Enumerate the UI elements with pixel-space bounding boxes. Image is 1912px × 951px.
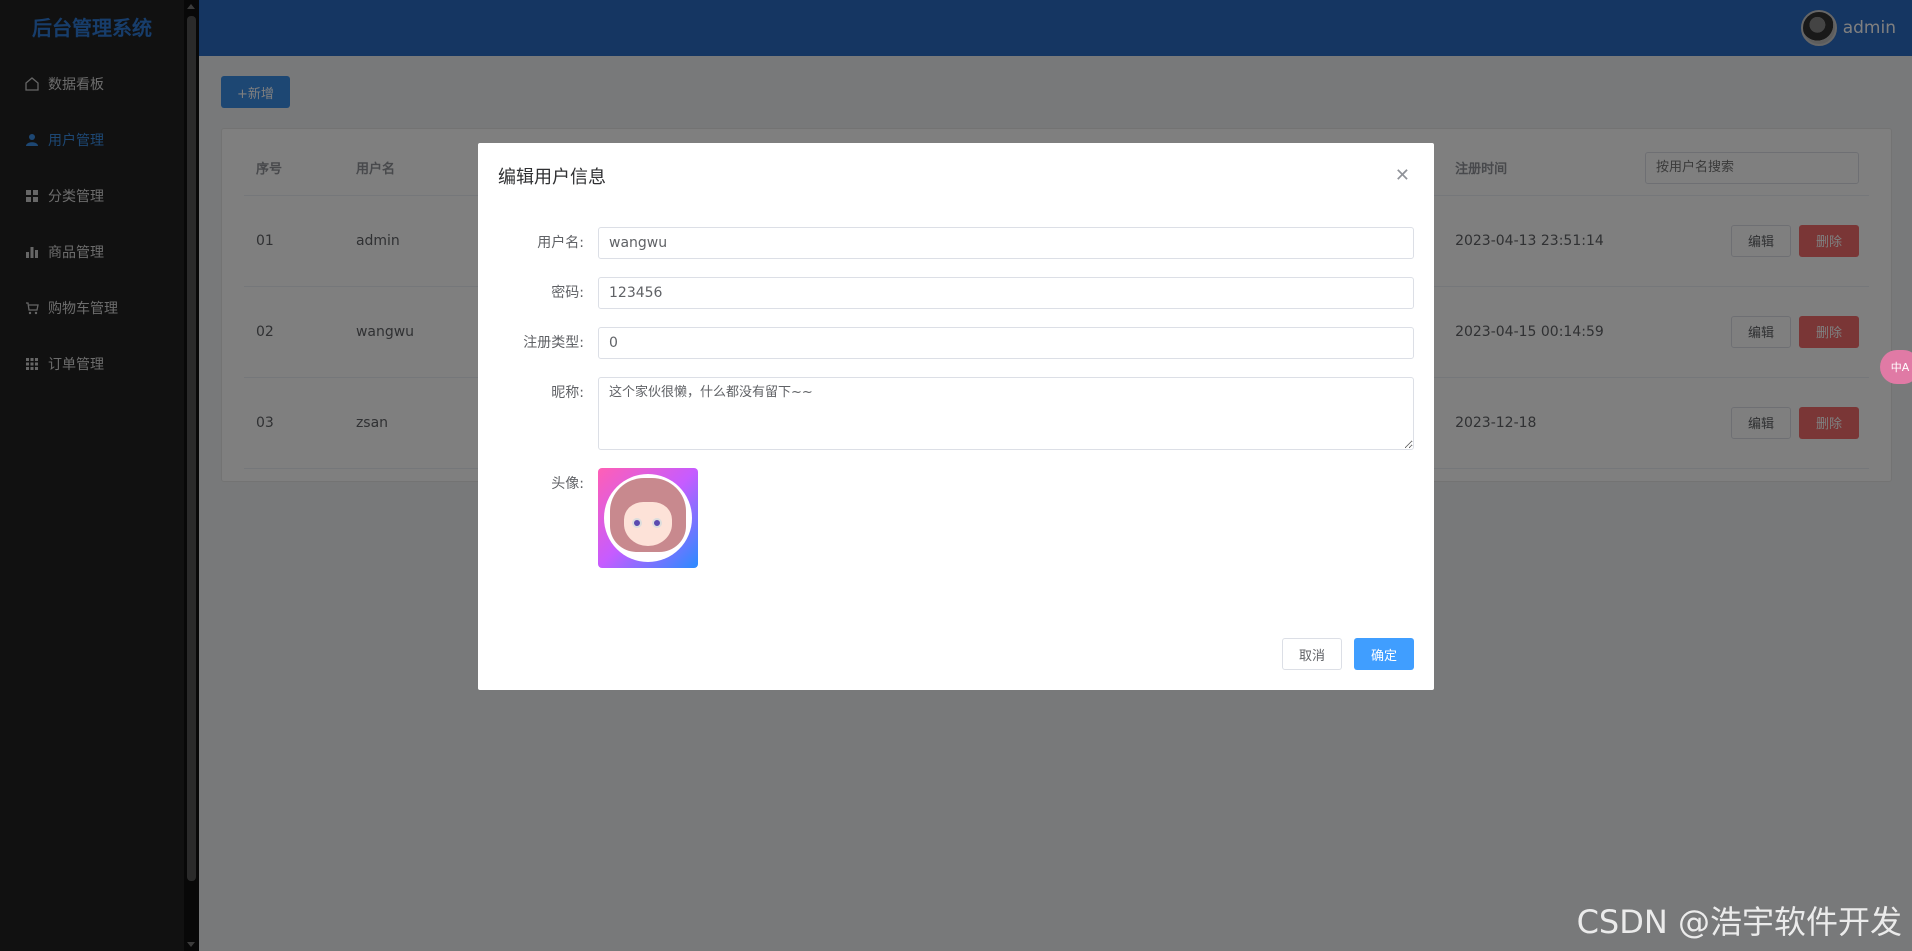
avatar-upload-image[interactable] [598, 468, 698, 568]
close-icon[interactable]: ✕ [1395, 167, 1410, 185]
reg-type-field[interactable] [598, 327, 1414, 359]
translate-icon[interactable]: 中A [1880, 350, 1912, 384]
form-row-avatar: 头像: [478, 468, 1434, 568]
avatar-label: 头像: [551, 476, 584, 492]
password-label: 密码: [551, 285, 584, 301]
cancel-button[interactable]: 取消 [1282, 638, 1342, 670]
confirm-button[interactable]: 确定 [1354, 638, 1414, 670]
password-field[interactable] [598, 277, 1414, 309]
username-label: 用户名: [537, 235, 584, 251]
form-row-nickname: 昵称: 这个家伙很懒，什么都没有留下~~ [478, 377, 1434, 450]
nickname-field[interactable]: 这个家伙很懒，什么都没有留下~~ [598, 377, 1414, 450]
form-row-password: 密码: [478, 277, 1434, 309]
edit-user-dialog: 编辑用户信息 ✕ 用户名: 密码: 注册类型: 昵称: 这个家伙很懒，什么都没有… [478, 143, 1434, 690]
dialog-title: 编辑用户信息 [498, 167, 606, 188]
form-row-reg-type: 注册类型: [478, 327, 1434, 359]
form-row-username: 用户名: [478, 227, 1434, 259]
nickname-label: 昵称: [551, 385, 584, 401]
reg-type-label: 注册类型: [523, 335, 584, 351]
watermark: CSDN @浩宇软件开发 [1576, 903, 1902, 941]
username-field[interactable] [598, 227, 1414, 259]
